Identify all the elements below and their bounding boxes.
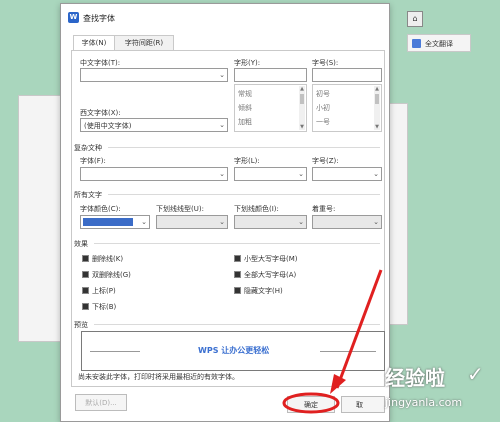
chevron-down-icon: ⌄ — [219, 121, 225, 129]
find-font-dialog: W 查找字体 字体(N) 字符间距(R) 中文字体(T): ⌄ 字形(Y): 常… — [60, 3, 390, 422]
chevron-down-icon: ⌄ — [298, 218, 304, 226]
font-color-swatch — [83, 218, 133, 226]
ok-button[interactable]: 确定 — [287, 396, 335, 413]
complex-section-title: 复杂文种 — [74, 144, 102, 152]
chevron-down-icon: ⌄ — [141, 218, 147, 226]
scroll-thumb[interactable] — [375, 94, 379, 104]
translate-icon — [412, 39, 421, 48]
scroll-down-icon[interactable]: ▼ — [299, 124, 305, 130]
style-label: 字形(Y): — [234, 59, 261, 67]
default-button[interactable]: 默认(D)... — [75, 394, 127, 411]
dialog-title: 查找字体 — [83, 14, 115, 23]
small-caps-checkbox[interactable] — [234, 255, 241, 262]
western-font-label: 西文字体(X): — [80, 109, 121, 117]
chevron-down-icon: ⌄ — [219, 71, 225, 79]
size-list[interactable]: 初号 小初 一号 ▲ ▼ — [312, 84, 382, 132]
size-scrollbar[interactable]: ▲ ▼ — [374, 86, 380, 130]
style-option[interactable]: 倾斜 — [238, 103, 252, 113]
underline-color-label: 下划线颜色(I): — [234, 205, 279, 213]
strikethrough-label: 删除线(K) — [92, 255, 124, 263]
full-translate-button[interactable]: 全文翻译 — [407, 34, 471, 52]
check-mark-icon: ✓ — [467, 362, 484, 386]
section-divider — [108, 147, 380, 148]
cancel-button[interactable]: 取 — [341, 396, 385, 413]
section-divider — [94, 324, 380, 325]
strikethrough-checkbox[interactable] — [82, 255, 89, 262]
emphasis-select[interactable]: ⌄ — [312, 215, 382, 229]
preview-text: WPS 让办公更轻松 — [198, 346, 270, 355]
watermark-text: 经验啦 — [385, 366, 445, 390]
underline-color-select[interactable]: ⌄ — [234, 215, 307, 229]
chevron-down-icon: ⌄ — [219, 170, 225, 178]
tab-font[interactable]: 字体(N) — [73, 35, 115, 51]
western-font-value: (使用中文字体) — [84, 122, 132, 130]
size-input[interactable] — [312, 68, 382, 82]
scroll-thumb[interactable] — [300, 94, 304, 104]
full-translate-label: 全文翻译 — [425, 40, 453, 48]
western-font-select[interactable]: (使用中文字体) ⌄ — [80, 118, 228, 132]
preview-section-title: 预览 — [74, 321, 88, 329]
all-caps-label: 全部大写字母(A) — [244, 271, 297, 279]
collapse-icon[interactable]: ⌂ — [407, 11, 423, 27]
all-caps-checkbox[interactable] — [234, 271, 241, 278]
complex-size-select[interactable]: ⌄ — [312, 167, 382, 181]
double-strikethrough-checkbox[interactable] — [82, 271, 89, 278]
complex-style-label: 字形(L): — [234, 157, 260, 165]
size-label: 字号(S): — [312, 59, 339, 67]
complex-style-select[interactable]: ⌄ — [234, 167, 307, 181]
scroll-down-icon[interactable]: ▼ — [374, 124, 380, 130]
complex-font-label: 字体(F): — [80, 157, 106, 165]
double-strikethrough-label: 双删除线(G) — [92, 271, 131, 279]
style-option[interactable]: 加粗 — [238, 117, 252, 127]
underline-style-select[interactable]: ⌄ — [156, 215, 228, 229]
underline-style-label: 下划线线型(U): — [156, 205, 204, 213]
watermark-url: jingyanla.com — [385, 396, 463, 409]
style-input[interactable] — [234, 68, 307, 82]
size-option[interactable]: 小初 — [316, 103, 330, 113]
preview-box: WPS 让办公更轻松 — [81, 331, 385, 371]
hidden-text-checkbox[interactable] — [234, 287, 241, 294]
wps-icon: W — [68, 12, 79, 23]
font-color-select[interactable]: ⌄ — [80, 215, 150, 229]
preview-baseline — [90, 351, 140, 352]
chinese-font-label: 中文字体(T): — [80, 59, 121, 67]
scroll-up-icon[interactable]: ▲ — [299, 86, 305, 92]
superscript-label: 上标(P) — [92, 287, 116, 295]
all-text-section-title: 所有文字 — [74, 191, 102, 199]
watermark: 经验啦 ✓ jingyanla.com — [385, 362, 497, 418]
hidden-text-label: 隐藏文字(H) — [244, 287, 283, 295]
subscript-checkbox[interactable] — [82, 303, 89, 310]
chevron-down-icon: ⌄ — [373, 218, 379, 226]
style-list[interactable]: 常规 倾斜 加粗 ▲ ▼ — [234, 84, 307, 132]
size-option[interactable]: 初号 — [316, 89, 330, 99]
chinese-font-select[interactable]: ⌄ — [80, 68, 228, 82]
size-option[interactable]: 一号 — [316, 117, 330, 127]
small-caps-label: 小型大写字母(M) — [244, 255, 298, 263]
section-divider — [94, 243, 380, 244]
complex-font-select[interactable]: ⌄ — [80, 167, 228, 181]
font-not-installed-note: 尚未安装此字体，打印时将采用最相近的有效字体。 — [78, 373, 239, 381]
chevron-down-icon: ⌄ — [373, 170, 379, 178]
dialog-titlebar: W 查找字体 — [61, 4, 389, 32]
complex-size-label: 字号(Z): — [312, 157, 339, 165]
style-scrollbar[interactable]: ▲ ▼ — [299, 86, 305, 130]
chevron-down-icon: ⌄ — [298, 170, 304, 178]
tab-character-spacing[interactable]: 字符间距(R) — [114, 35, 174, 50]
font-color-label: 字体颜色(C): — [80, 205, 121, 213]
subscript-label: 下标(B) — [92, 303, 117, 311]
style-option[interactable]: 常规 — [238, 89, 252, 99]
superscript-checkbox[interactable] — [82, 287, 89, 294]
section-divider — [108, 194, 380, 195]
preview-baseline — [320, 351, 376, 352]
chevron-down-icon: ⌄ — [219, 218, 225, 226]
emphasis-label: 着重号: — [312, 205, 336, 213]
scroll-up-icon[interactable]: ▲ — [374, 86, 380, 92]
effects-section-title: 效果 — [74, 240, 88, 248]
